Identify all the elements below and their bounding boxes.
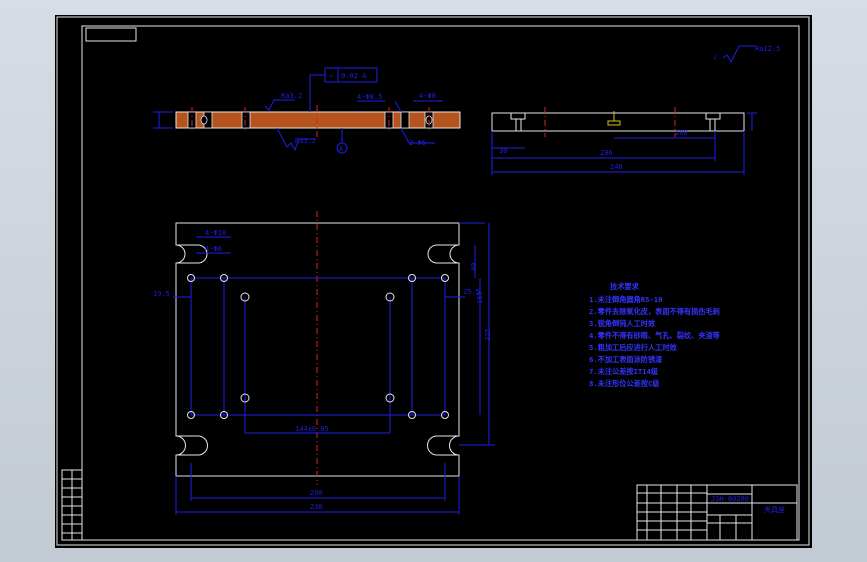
roughness-bottom-label: Ra3.2 (295, 137, 316, 145)
dim-right-mid: 165 (476, 291, 484, 304)
dim-height: 225 (484, 328, 492, 341)
dim-width-inner: 200 (310, 489, 323, 497)
revision-strip (61, 469, 83, 541)
part-name: 夹具座 (764, 505, 785, 514)
hole-grid (187, 274, 449, 434)
side-dim-c: 180 (675, 129, 688, 137)
drawing-number-box (85, 27, 137, 42)
drawing-canvas[interactable]: √ Ra12.5 ▱ 0.02 A Ra3.2 Ra3.2 4-Φ8.5 4-Φ… (55, 15, 812, 548)
inner-frame (81, 25, 800, 541)
right-hole-callout: 4-Φ8 (419, 92, 436, 100)
side-dim-a: 30 (499, 147, 507, 155)
drawing-number: JSH-80200 (711, 495, 749, 503)
note-2: 2.零件去除氧化皮，表面不得有损伤毛刺 (589, 307, 720, 316)
note-6: 6.不加工表面涂防锈漆 (589, 355, 663, 364)
side-dim-total: 240 (610, 163, 623, 171)
dim-inner: 144±0.05 (295, 425, 329, 433)
svg-text:√: √ (713, 54, 718, 62)
flatness-label: 0.02 A (341, 72, 367, 80)
dim-width: 230 (310, 503, 323, 511)
dim-right-small: 40 (470, 263, 478, 271)
corner-roughness-symbol: √ Ra12.5 (713, 45, 780, 64)
notes-title: 技术要求 (610, 282, 640, 291)
note-7: 7.未注公差按IT14级 (589, 367, 659, 376)
side-view: 30 206 180 240 (491, 107, 757, 175)
note-3: 3.锐角倒钝人工时效 (589, 319, 656, 328)
section-view: ▱ 0.02 A Ra3.2 Ra3.2 4-Φ8.5 4-Φ8 2-Φ6 A (153, 67, 461, 154)
roughness-top-label: Ra3.2 (281, 92, 302, 100)
drawing-sheet[interactable]: √ Ra12.5 ▱ 0.02 A Ra3.2 Ra3.2 4-Φ8.5 4-Φ… (55, 15, 812, 548)
corner-roughness-label: Ra12.5 (755, 45, 780, 53)
plate-outline (175, 222, 460, 477)
title-block: JSH-80200 夹具座 (636, 484, 798, 541)
technical-notes: 技术要求 1.未注倒角圆角R5-10 2.零件去除氧化皮，表面不得有损伤毛刺 3… (589, 282, 721, 388)
holes-callout-a: 4-Φ10 (205, 229, 226, 237)
side-hole-marker (607, 120, 621, 126)
small-hole-callout: 2-Φ6 (409, 139, 426, 147)
note-8: 8.未注形位公差按C级 (589, 379, 660, 388)
cad-viewport[interactable]: √ Ra12.5 ▱ 0.02 A Ra3.2 Ra3.2 4-Φ8.5 4-Φ… (0, 0, 867, 562)
svg-text:▱: ▱ (329, 72, 334, 80)
section-hatch (175, 111, 461, 129)
note-1: 1.未注倒角圆角R5-10 (589, 295, 662, 304)
side-dim-b: 206 (600, 149, 613, 157)
datum-label: A (339, 145, 344, 153)
dim-left: 19.5 (153, 290, 170, 298)
note-5: 5.粗加工后应进行人工时效 (589, 343, 678, 352)
center-hole-callout: 4-Φ8.5 (357, 93, 382, 101)
note-4: 4.零件不得有砂眼、气孔、裂纹、夹渣等 (589, 331, 721, 340)
holes-callout-b: 4-Φ6 (205, 245, 222, 253)
top-view: 4-Φ10 4-Φ6 19.5 25.5 40 165 225 144±0.05 (153, 211, 495, 515)
